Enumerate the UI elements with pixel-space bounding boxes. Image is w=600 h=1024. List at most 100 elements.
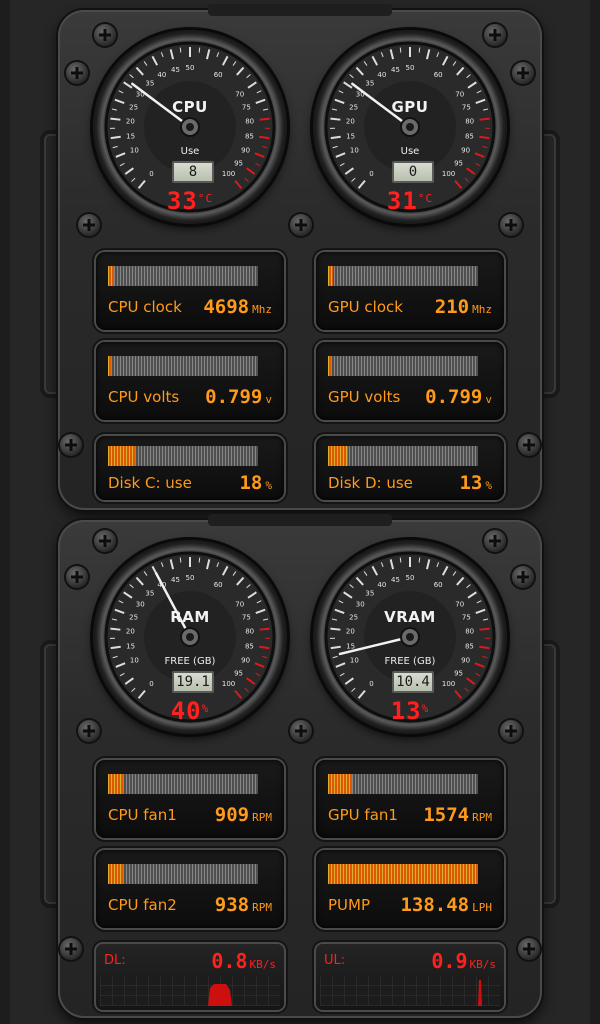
gauge-tick-label: 45 bbox=[171, 66, 180, 74]
card-label: Disk D: use bbox=[328, 474, 413, 492]
gauge-tick-label: 45 bbox=[391, 576, 400, 584]
gauge-lcd-value: 10.4 bbox=[392, 671, 434, 693]
net-value: 0.8 KB/s bbox=[211, 949, 276, 973]
gauge-tick-label: 95 bbox=[234, 159, 243, 167]
gauge-tick-label: 15 bbox=[346, 132, 355, 140]
gauge-tick bbox=[259, 645, 270, 650]
gauge-tick bbox=[479, 135, 490, 140]
card-pump: PUMP 138.48 LPH bbox=[316, 850, 504, 928]
gauge-tick bbox=[179, 557, 182, 563]
gauge-title: CPU bbox=[172, 98, 208, 116]
download-monitor: DL: 0.8 KB/s bbox=[96, 944, 284, 1010]
gauge-tick bbox=[259, 117, 270, 121]
gauge-tick-label: 50 bbox=[406, 574, 415, 582]
traffic-spike bbox=[478, 980, 482, 1006]
card-cpu-fan2: CPU fan2 938 RPM bbox=[96, 850, 284, 928]
card-label: CPU volts bbox=[108, 388, 180, 406]
gauge-tick-label: 0 bbox=[149, 680, 153, 688]
gauge-title: RAM bbox=[170, 608, 210, 626]
gauge-tick-label: 60 bbox=[214, 71, 223, 79]
bg-stripe-right bbox=[590, 0, 600, 1024]
gauge-tick bbox=[330, 645, 341, 650]
net-label: DL: bbox=[104, 953, 126, 968]
gauge-tick-label: 85 bbox=[465, 642, 474, 650]
gauge-tick bbox=[479, 645, 490, 650]
panel-notch bbox=[208, 514, 392, 526]
gauge-tick bbox=[110, 645, 121, 650]
card-value: 138.48 LPH bbox=[400, 894, 492, 916]
gauge-tick-label: 15 bbox=[126, 132, 135, 140]
card-value: 0.799 v bbox=[205, 386, 272, 408]
gauge-tick-label: 20 bbox=[126, 628, 135, 636]
gauge-temperature: 33°C bbox=[166, 187, 214, 215]
gauge-sub-label: Use bbox=[400, 146, 420, 157]
level-bar-fill bbox=[108, 356, 111, 376]
screw-icon bbox=[290, 214, 312, 236]
gpu-gauge: 0 10 15 20 25 30 35 40 45 50 60 70 75 80 85 90 95 100 GPU… bbox=[313, 30, 507, 224]
gauge-tick-label: 100 bbox=[442, 680, 455, 688]
gauge-tick bbox=[198, 47, 201, 53]
card-disk-d: Disk D: use 13% bbox=[316, 436, 504, 500]
vram-gauge: 0 10 15 20 25 30 35 40 45 50 60 70 75 80 85 90 95 100 VRA… bbox=[313, 540, 507, 734]
level-bar-fill bbox=[328, 864, 478, 884]
gauge-temperature: 31°C bbox=[386, 187, 434, 215]
gauge-tick bbox=[110, 135, 121, 140]
gauge-tick-label: 40 bbox=[377, 581, 386, 589]
gauge-tick-label: 40 bbox=[157, 71, 166, 79]
traffic-graph bbox=[320, 976, 500, 1006]
card-value: 210 Mhz bbox=[434, 296, 492, 318]
gauge-tick-label: 15 bbox=[346, 642, 355, 650]
card-label: CPU clock bbox=[108, 298, 182, 316]
card-value: 13% bbox=[459, 472, 492, 494]
level-bar bbox=[108, 446, 258, 466]
card-label: PUMP bbox=[328, 896, 371, 914]
gauge-tick-label: 85 bbox=[245, 132, 254, 140]
gauge-tick-label: 80 bbox=[245, 628, 254, 636]
gauge-tick bbox=[330, 117, 341, 121]
gauge-tick-label: 85 bbox=[245, 642, 254, 650]
gauge-tick-label: 95 bbox=[454, 159, 463, 167]
traffic-graph-plot bbox=[208, 984, 232, 1006]
level-bar-fill bbox=[108, 446, 135, 466]
gauge-tick bbox=[110, 117, 121, 121]
gauge-lcd-value: 19.1 bbox=[172, 671, 214, 693]
card-label: CPU fan1 bbox=[108, 806, 177, 824]
gauge-hub-center bbox=[186, 123, 194, 131]
card-cpu-clock: CPU clock 4698 Mhz bbox=[96, 252, 284, 330]
card-value: 0.799 v bbox=[425, 386, 492, 408]
screw-icon bbox=[60, 938, 82, 960]
level-bar-fill bbox=[108, 774, 123, 794]
gauge-tick-label: 80 bbox=[465, 118, 474, 126]
card-cpu-fan1: CPU fan1 909 RPM bbox=[96, 760, 284, 838]
screw-icon bbox=[66, 62, 88, 84]
level-bar-fill bbox=[328, 356, 331, 376]
gauge-tick-label: 60 bbox=[214, 581, 223, 589]
gauge-tick-label: 35 bbox=[145, 79, 154, 87]
gauge-tick-label: 20 bbox=[346, 118, 355, 126]
gauge-tick bbox=[399, 47, 402, 53]
level-bar-fill bbox=[108, 864, 123, 884]
gauge-percent: 40% bbox=[170, 697, 210, 725]
gauge-tick bbox=[479, 627, 490, 631]
level-bar bbox=[328, 356, 478, 376]
gauge-hub-center bbox=[406, 123, 414, 131]
screw-icon bbox=[518, 434, 540, 456]
gauge-sub-label: FREE (GB) bbox=[384, 656, 436, 667]
gauge-tick bbox=[259, 627, 270, 631]
bg-stripe-left bbox=[0, 0, 10, 1024]
gauge-tick-label: 15 bbox=[126, 642, 135, 650]
gauge-tick-label: 20 bbox=[346, 628, 355, 636]
level-bar bbox=[328, 266, 478, 286]
screw-icon bbox=[60, 434, 82, 456]
gauge-tick-label: 80 bbox=[245, 118, 254, 126]
gauge-tick-label: 60 bbox=[434, 71, 443, 79]
level-bar-fill bbox=[328, 266, 333, 286]
traffic-graph-plot bbox=[478, 980, 482, 1006]
gauge-tick bbox=[418, 557, 421, 563]
gauge-tick bbox=[259, 135, 270, 140]
card-cpu-volts: CPU volts 0.799 v bbox=[96, 342, 284, 420]
screw-icon bbox=[512, 566, 534, 588]
gauge-tick-label: 50 bbox=[406, 64, 415, 72]
card-gpu-clock: GPU clock 210 Mhz bbox=[316, 252, 504, 330]
card-disk-c: Disk C: use 18% bbox=[96, 436, 284, 500]
